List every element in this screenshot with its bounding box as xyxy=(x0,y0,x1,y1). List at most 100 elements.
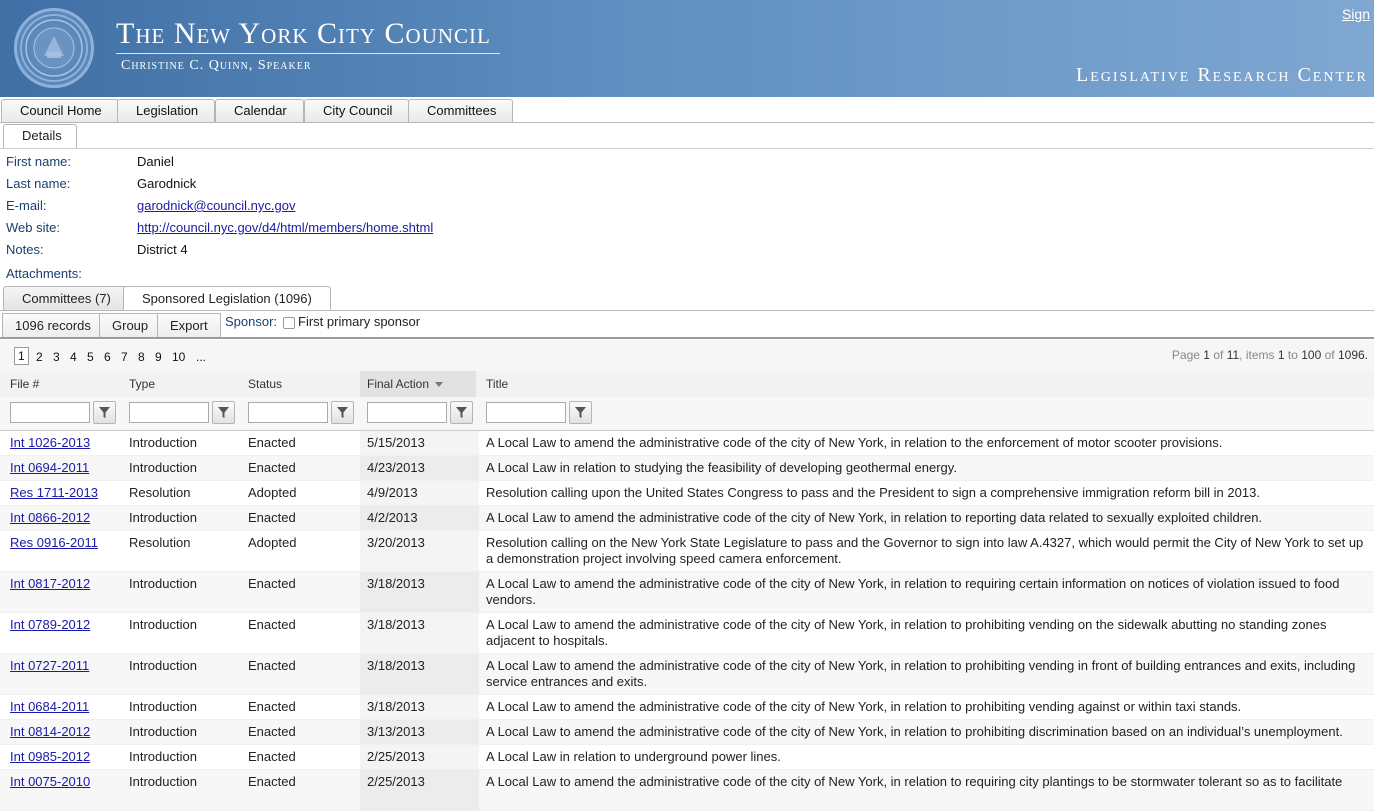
tab-committees-list[interactable]: Committees (7) xyxy=(3,286,130,311)
legislation-table: Int 1026-2013 Introduction Enacted 5/15/… xyxy=(0,431,1374,811)
table-row: Int 0817-2012 Introduction Enacted 3/18/… xyxy=(0,572,1374,613)
filter-icon xyxy=(218,407,229,418)
notes-value: District 4 xyxy=(137,242,188,257)
page-link-more[interactable]: ... xyxy=(196,350,206,364)
type-cell: Introduction xyxy=(129,699,197,714)
file-link[interactable]: Int 0985-2012 xyxy=(10,749,90,765)
title-cell: A Local Law to amend the administrative … xyxy=(486,699,1242,714)
column-header-file-label: File # xyxy=(10,377,40,391)
type-cell: Resolution xyxy=(129,485,191,500)
status-filter-button[interactable] xyxy=(331,401,354,424)
column-header-file[interactable]: File # xyxy=(0,371,119,397)
tab-city-council[interactable]: City Council xyxy=(304,99,410,122)
type-cell: Introduction xyxy=(129,510,197,525)
last-name-value: Garodnick xyxy=(137,176,197,191)
page-link-7[interactable]: 7 xyxy=(121,350,128,364)
status-cell: Enacted xyxy=(248,435,296,450)
tab-council-home[interactable]: Council Home xyxy=(1,99,119,122)
type-filter-button[interactable] xyxy=(212,401,235,424)
website-label: Web site: xyxy=(6,220,60,235)
status-cell: Enacted xyxy=(248,699,296,714)
title-filter-input[interactable] xyxy=(486,402,566,423)
page-link-2[interactable]: 2 xyxy=(36,350,43,364)
final-action-cell: 3/18/2013 xyxy=(367,617,425,632)
page-link-3[interactable]: 3 xyxy=(53,350,60,364)
final-action-cell: 3/18/2013 xyxy=(367,658,425,673)
status-cell: Enacted xyxy=(248,510,296,525)
main-nav: Council Home Legislation Calendar City C… xyxy=(0,99,1374,123)
final-action-cell: 5/15/2013 xyxy=(367,435,425,450)
file-link[interactable]: Res 0916-2011 xyxy=(10,535,98,551)
email-link[interactable]: garodnick@council.nyc.gov xyxy=(137,198,295,213)
final-action-cell: 2/25/2013 xyxy=(367,774,425,789)
status-cell: Enacted xyxy=(248,774,296,789)
title-cell: A Local Law to amend the administrative … xyxy=(486,724,1343,739)
file-link[interactable]: Int 0684-2011 xyxy=(10,699,89,715)
first-name-value: Daniel xyxy=(137,154,174,169)
tab-calendar[interactable]: Calendar xyxy=(215,99,304,122)
status-cell: Enacted xyxy=(248,658,296,673)
status-filter-input[interactable] xyxy=(248,402,328,423)
file-link[interactable]: Int 0075-2010 xyxy=(10,774,90,790)
page-link-9[interactable]: 9 xyxy=(155,350,162,364)
title-cell: A Local Law to amend the administrative … xyxy=(486,435,1223,450)
page-link-8[interactable]: 8 xyxy=(138,350,145,364)
filter-icon xyxy=(99,407,110,418)
file-link[interactable]: Res 1711-2013 xyxy=(10,485,98,501)
type-cell: Introduction xyxy=(129,658,197,673)
site-header: The New York City Council Christine C. Q… xyxy=(0,0,1374,97)
website-link[interactable]: http://council.nyc.gov/d4/html/members/h… xyxy=(137,220,433,235)
column-header-final-action[interactable]: Final Action xyxy=(360,371,476,397)
page-link-4[interactable]: 4 xyxy=(70,350,77,364)
page-link-10[interactable]: 10 xyxy=(172,350,185,364)
status-cell: Enacted xyxy=(248,617,296,632)
table-row: Res 1711-2013 Resolution Adopted 4/9/201… xyxy=(0,481,1374,506)
sponsor-label: Sponsor: xyxy=(225,314,278,329)
page-link-5[interactable]: 5 xyxy=(87,350,94,364)
final-action-filter-button[interactable] xyxy=(450,401,473,424)
tab-committees[interactable]: Committees xyxy=(408,99,514,122)
title-cell: Resolution calling upon the United State… xyxy=(486,485,1260,500)
title-cell: A Local Law to amend the administrative … xyxy=(486,576,1340,607)
title-filter-button[interactable] xyxy=(569,401,592,424)
tab-legislation[interactable]: Legislation xyxy=(117,99,216,122)
file-link[interactable]: Int 0727-2011 xyxy=(10,658,89,674)
group-button[interactable]: Group xyxy=(99,313,162,339)
title-cell: A Local Law in relation to underground p… xyxy=(486,749,781,764)
table-row: Int 1026-2013 Introduction Enacted 5/15/… xyxy=(0,431,1374,456)
file-link[interactable]: Int 0694-2011 xyxy=(10,460,89,476)
title-cell: A Local Law to amend the administrative … xyxy=(486,510,1263,525)
page-link-1[interactable]: 1 xyxy=(14,347,29,365)
file-link[interactable]: Int 0866-2012 xyxy=(10,510,90,526)
file-link[interactable]: Int 0789-2012 xyxy=(10,617,90,633)
type-filter-input[interactable] xyxy=(129,402,209,423)
type-cell: Introduction xyxy=(129,724,197,739)
file-filter-input[interactable] xyxy=(10,402,90,423)
page-link-6[interactable]: 6 xyxy=(104,350,111,364)
column-header-status[interactable]: Status xyxy=(238,371,357,397)
final-action-filter-input[interactable] xyxy=(367,402,447,423)
file-link[interactable]: Int 0814-2012 xyxy=(10,724,90,740)
export-button[interactable]: Export xyxy=(157,313,221,339)
first-primary-sponsor-checkbox[interactable] xyxy=(283,317,295,329)
column-header-title-label: Title xyxy=(486,377,509,391)
first-primary-sponsor-label: First primary sponsor xyxy=(298,314,421,329)
sign-in-link[interactable]: Sign xyxy=(1342,6,1370,22)
title-cell: Resolution calling on the New York State… xyxy=(486,535,1364,566)
records-button[interactable]: 1096 records xyxy=(2,313,104,339)
final-action-cell: 3/13/2013 xyxy=(367,724,425,739)
table-row: Int 0727-2011 Introduction Enacted 3/18/… xyxy=(0,654,1374,695)
file-link[interactable]: Int 0817-2012 xyxy=(10,576,90,592)
type-cell: Resolution xyxy=(129,535,191,550)
file-filter-button[interactable] xyxy=(93,401,116,424)
final-action-cell: 4/2/2013 xyxy=(367,510,418,525)
filter-row xyxy=(0,397,1374,431)
site-title: The New York City Council xyxy=(116,17,491,50)
final-action-cell: 4/23/2013 xyxy=(367,460,425,475)
tab-details[interactable]: Details xyxy=(3,124,77,149)
file-link[interactable]: Int 1026-2013 xyxy=(10,435,90,451)
column-header-title[interactable]: Title xyxy=(476,371,886,397)
column-header-type[interactable]: Type xyxy=(119,371,238,397)
type-cell: Introduction xyxy=(129,576,197,591)
tab-sponsored-legislation[interactable]: Sponsored Legislation (1096) xyxy=(123,286,331,311)
